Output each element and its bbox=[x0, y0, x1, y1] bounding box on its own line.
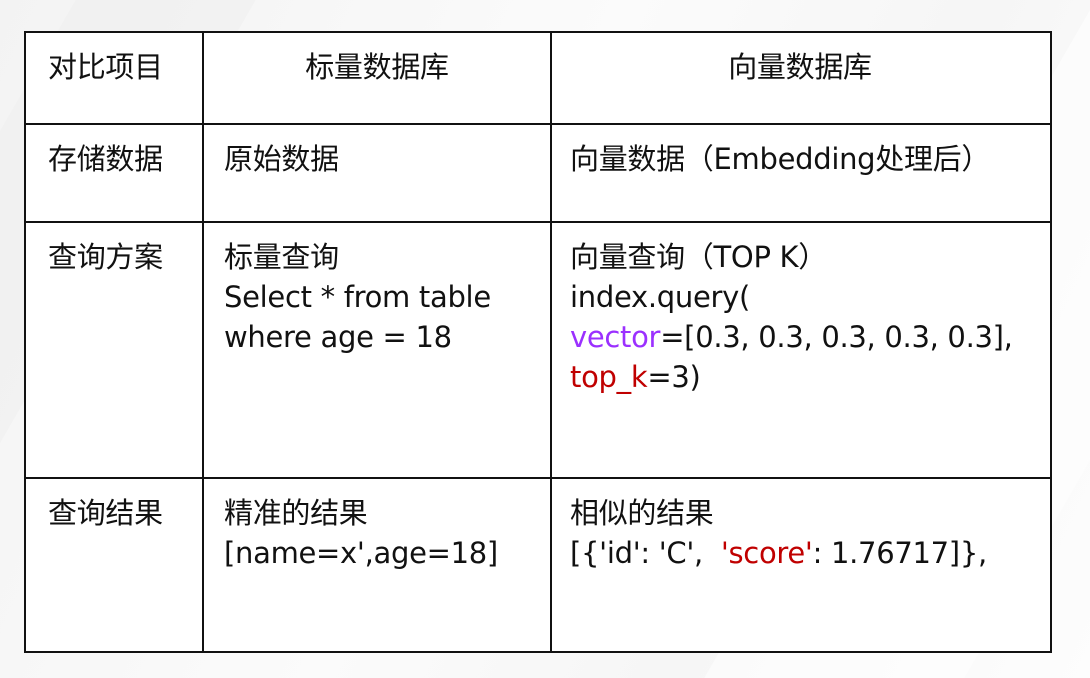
row-label-cell: 查询结果 bbox=[24, 477, 204, 653]
row-label-cell: 存储数据 bbox=[24, 123, 204, 223]
header-scalar-label: 标量数据库 bbox=[305, 50, 449, 84]
table-row: 查询结果 精准的结果 [name=x',age=18] 相似的结果 [{'id'… bbox=[24, 477, 1052, 653]
vector-cell: 向量查询（TOP K） index.query( vector=[0.3, 0.… bbox=[550, 221, 1052, 479]
vector-cell: 相似的结果 [{'id': 'C', 'score': 1.76717]}, bbox=[550, 477, 1052, 653]
cell-text: 相似的结果 bbox=[570, 496, 714, 530]
param-value-vector: =[0.3, 0.3, 0.3, 0.3, 0.3], bbox=[660, 320, 1013, 354]
header-cell-vector: 向量数据库 bbox=[550, 31, 1052, 125]
table-header-row: 对比项目 标量数据库 向量数据库 bbox=[24, 31, 1052, 125]
cell-text: 向量查询（TOP K） bbox=[570, 240, 827, 274]
code-line: [{'id': 'C', 'score': 1.76717]}, bbox=[570, 533, 1030, 573]
header-cell-item: 对比项目 bbox=[24, 31, 204, 125]
vector-cell: 向量数据（Embedding处理后） bbox=[550, 123, 1052, 223]
cell-text: 精准的结果 bbox=[224, 496, 368, 530]
param-value-topk: =3) bbox=[647, 360, 701, 394]
header-item-label: 对比项目 bbox=[48, 50, 163, 84]
row-label: 查询结果 bbox=[48, 496, 163, 530]
code-line: index.query( bbox=[570, 280, 750, 314]
row-label: 查询方案 bbox=[48, 240, 163, 274]
table-row: 查询方案 标量查询 Select * from table where age … bbox=[24, 221, 1052, 479]
code-line: [name=x',age=18] bbox=[224, 536, 498, 570]
scalar-cell: 原始数据 bbox=[202, 123, 552, 223]
comparison-table: 对比项目 标量数据库 向量数据库 存储数据 原始数据 向量数据（Embeddin… bbox=[24, 31, 1052, 653]
cell-text: 标量查询 bbox=[224, 240, 339, 274]
code-line: vector=[0.3, 0.3, 0.3, 0.3, 0.3], bbox=[570, 317, 1030, 357]
result-key-score: 'score' bbox=[720, 536, 813, 570]
cell-text: 原始数据 bbox=[224, 142, 339, 176]
param-name-vector: vector bbox=[570, 320, 661, 354]
header-vector-label: 向量数据库 bbox=[728, 50, 872, 84]
cell-text: 向量数据（Embedding处理后） bbox=[570, 142, 991, 176]
table-row: 存储数据 原始数据 向量数据（Embedding处理后） bbox=[24, 123, 1052, 223]
result-prefix: [{'id': 'C', bbox=[570, 536, 721, 570]
code-line: Select * from table bbox=[224, 280, 491, 314]
result-suffix: : 1.76717]}, bbox=[812, 536, 988, 570]
row-label-cell: 查询方案 bbox=[24, 221, 204, 479]
scalar-cell: 精准的结果 [name=x',age=18] bbox=[202, 477, 552, 653]
code-line: top_k=3) bbox=[570, 357, 1030, 397]
row-label: 存储数据 bbox=[48, 142, 163, 176]
scalar-cell: 标量查询 Select * from table where age = 18 bbox=[202, 221, 552, 479]
header-cell-scalar: 标量数据库 bbox=[202, 31, 552, 125]
code-line: where age = 18 bbox=[224, 320, 452, 354]
param-name-topk: top_k bbox=[570, 360, 648, 394]
